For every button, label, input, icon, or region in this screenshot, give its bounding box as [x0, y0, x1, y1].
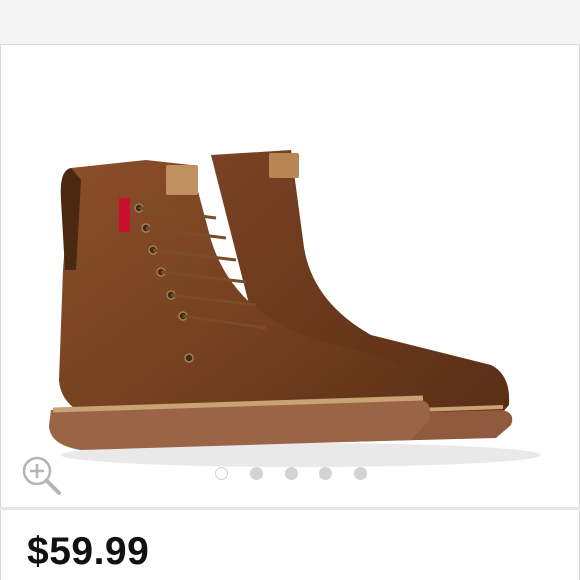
zoom-button[interactable] — [19, 453, 63, 497]
zoom-in-icon — [22, 456, 61, 495]
listing-info-panel: $59.99 — [0, 510, 580, 580]
product-image-panel[interactable] — [0, 45, 580, 507]
pager-dot-4[interactable] — [319, 466, 333, 480]
pager-dot-5[interactable] — [354, 466, 367, 480]
brand-tag — [119, 198, 130, 232]
product-photo-boots[interactable] — [41, 120, 551, 480]
price: $59.99 — [27, 530, 150, 573]
pager-dot-1[interactable] — [215, 466, 228, 480]
top-bar — [0, 0, 580, 45]
pager-dot-3[interactable] — [284, 466, 298, 480]
image-pager — [215, 465, 367, 481]
pager-dot-2[interactable] — [249, 466, 263, 480]
